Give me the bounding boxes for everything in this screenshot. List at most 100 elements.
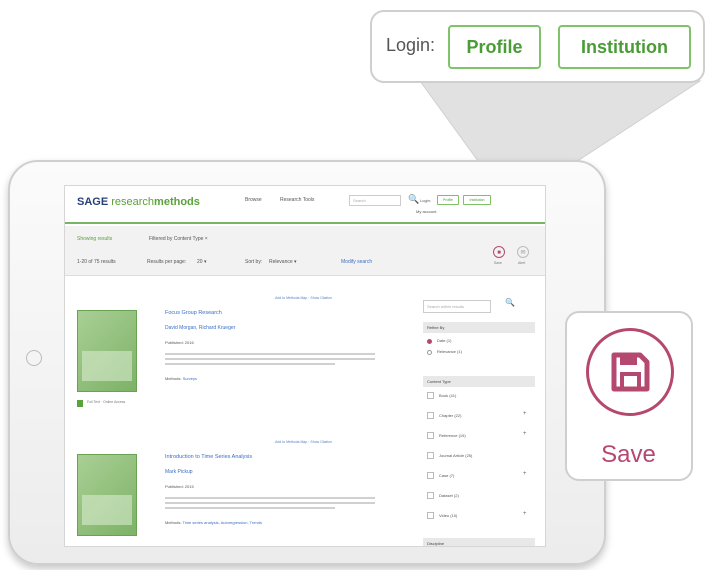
result-title-link[interactable]: Focus Group Research	[165, 310, 222, 316]
radio-button[interactable]	[427, 350, 432, 355]
alert-button-label: Alert	[518, 261, 526, 265]
result-published: Published: 2016	[165, 340, 194, 345]
methods-label: Methods:	[165, 376, 182, 381]
results-count: 1-20 of 75 results	[77, 259, 116, 265]
save-button-large[interactable]	[586, 328, 674, 416]
logo-research: research	[111, 196, 155, 208]
add-to-methods-map-link[interactable]: Add to Methods Map · Show Citation	[275, 440, 332, 444]
methods-link[interactable]: Time series analysis, Autoregression, Tr…	[183, 520, 262, 525]
result-title-link[interactable]: Introduction to Time Series Analysis	[165, 454, 252, 460]
filter-chip-label: Filtered by Content Type	[149, 236, 204, 242]
content-type-item[interactable]: Chapter (22) +	[423, 409, 535, 422]
sort-value: Relevance	[269, 259, 293, 265]
result-abstract-line	[165, 358, 375, 360]
content-type-item[interactable]: Reference (19) +	[423, 429, 535, 442]
site-logo[interactable]: SAGE researchmethods	[77, 196, 200, 208]
document-icon	[77, 400, 83, 407]
expand-plus-icon[interactable]: +	[523, 411, 527, 417]
sort-option[interactable]: Relevance (1)	[423, 346, 535, 359]
logo-methods: methods	[154, 196, 200, 208]
content-type-label: Video (10)	[439, 513, 458, 518]
expand-plus-icon[interactable]: +	[523, 511, 527, 517]
result-author-link[interactable]: David Morgan, Richard Krueger	[165, 325, 235, 331]
result-item: Add to Methods Map · Show Citation Intro…	[65, 440, 415, 546]
content-type-item[interactable]: Case (7) +	[423, 469, 535, 482]
chevron-down-icon: ▾	[294, 259, 297, 265]
content-type-item[interactable]: Video (10) +	[423, 509, 535, 522]
result-published: Published: 2015	[165, 484, 194, 489]
content-type-label: Chapter (22)	[439, 413, 462, 418]
content-type-heading: Content Type	[423, 376, 535, 387]
alert-button[interactable]: ✉	[517, 246, 529, 258]
floppy-disk-icon: ■	[497, 250, 501, 256]
close-icon[interactable]: ×	[205, 236, 208, 242]
checkbox[interactable]	[427, 392, 434, 399]
sort-option-label: Date (1)	[437, 338, 452, 343]
per-page-value: 20	[197, 259, 203, 265]
header-profile-button[interactable]: Profile	[437, 195, 459, 205]
save-button[interactable]: ■	[493, 246, 505, 258]
header-login-label: Login:	[420, 198, 431, 203]
result-abstract-line	[165, 502, 375, 504]
institution-login-button[interactable]: Institution	[558, 25, 691, 69]
cover-art	[82, 495, 132, 525]
discipline-heading: Discipline	[423, 538, 535, 546]
nav-research-tools[interactable]: Research Tools	[280, 197, 314, 203]
radio-button[interactable]	[427, 339, 432, 344]
profile-login-button[interactable]: Profile	[448, 25, 541, 69]
content-type-item[interactable]: Journal Article (25)	[423, 449, 535, 462]
content-type-label: Book (41)	[439, 393, 457, 398]
save-zoom-callout: Save	[565, 311, 693, 481]
checkbox[interactable]	[427, 472, 434, 479]
save-label: Save	[601, 441, 656, 468]
logo-sage: SAGE	[77, 196, 109, 208]
search-icon[interactable]: 🔍	[408, 194, 419, 205]
floppy-disk-icon	[611, 352, 650, 392]
content-type-label: Dataset (2)	[439, 493, 459, 498]
book-cover[interactable]	[77, 454, 137, 536]
checkbox[interactable]	[427, 512, 434, 519]
per-page-label: Results per page:	[147, 259, 187, 265]
cover-art	[82, 351, 132, 381]
header-account-link[interactable]: My account	[416, 209, 436, 214]
checkbox[interactable]	[427, 412, 434, 419]
content-type-label: Reference (19)	[439, 433, 466, 438]
nav-browse[interactable]: Browse	[245, 197, 262, 203]
content-type-item[interactable]: Dataset (2)	[423, 489, 535, 502]
checkbox[interactable]	[427, 492, 434, 499]
tablet-screen: SAGE researchmethods Browse Research Too…	[64, 185, 546, 547]
methods-label: Methods:	[165, 520, 182, 525]
content-type-label: Case (7)	[439, 473, 455, 478]
login-zoom-callout: Login: Profile Institution	[370, 10, 705, 83]
result-abstract-line	[165, 507, 335, 509]
header-search-input[interactable]: Search	[349, 195, 401, 206]
header-institution-button[interactable]: Institution	[463, 195, 491, 205]
content-type-item[interactable]: Book (41)	[423, 389, 535, 402]
sort-select[interactable]: Relevance ▾	[269, 259, 297, 265]
access-badge: Full Text · Online Access	[87, 400, 126, 404]
site-header: SAGE researchmethods Browse Research Too…	[65, 186, 545, 224]
per-page-select[interactable]: 20 ▾	[197, 259, 206, 265]
content-type-label: Journal Article (25)	[439, 453, 473, 458]
result-abstract-line	[165, 363, 335, 365]
login-label: Login:	[386, 35, 436, 55]
chevron-down-icon: ▾	[203, 259, 207, 265]
add-to-methods-map-link[interactable]: Add to Methods Map · Show Citation	[275, 296, 332, 300]
result-author-link[interactable]: Mark Pickup	[165, 469, 193, 475]
result-methods: Methods: Time series analysis, Autoregre…	[165, 520, 262, 525]
checkbox[interactable]	[427, 432, 434, 439]
checkbox[interactable]	[427, 452, 434, 459]
book-cover[interactable]	[77, 310, 137, 392]
save-button-label: Save	[494, 261, 502, 265]
modify-search-link[interactable]: Modify search	[341, 259, 372, 265]
expand-plus-icon[interactable]: +	[523, 471, 527, 477]
methods-link[interactable]: Surveys	[183, 376, 197, 381]
tablet-home-button	[26, 350, 42, 366]
expand-plus-icon[interactable]: +	[523, 431, 527, 437]
search-icon[interactable]: 🔍	[505, 298, 515, 307]
filter-chip[interactable]: Filtered by Content Type ×	[149, 236, 208, 242]
result-abstract-line	[165, 497, 375, 499]
sort-label: Sort by:	[245, 259, 263, 265]
filter-search-input[interactable]: Search within results	[423, 300, 491, 313]
results-toolbar: Showing results Filtered by Content Type…	[65, 226, 545, 276]
